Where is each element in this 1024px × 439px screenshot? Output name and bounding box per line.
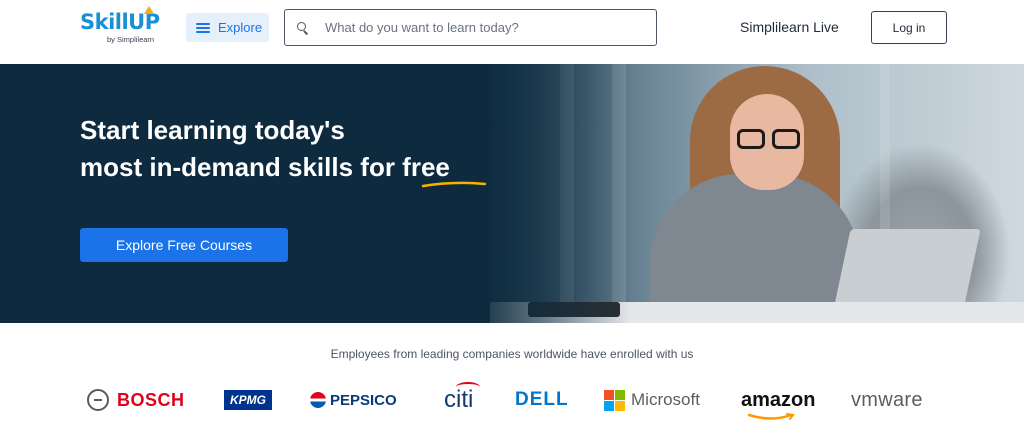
bosch-text: BOSCH <box>117 389 185 410</box>
citi-text: citi <box>444 382 480 414</box>
pepsico-text: PEPSICO <box>330 391 397 409</box>
logo-subtext: by Simplilearn <box>107 35 155 44</box>
highlight-underline-icon <box>421 181 487 188</box>
dell-logo: DELL <box>515 380 569 420</box>
search-box[interactable] <box>284 9 657 46</box>
hamburger-menu-icon <box>196 22 210 33</box>
pepsico-logo: PEPSICO <box>310 380 397 420</box>
explore-button[interactable]: Explore <box>186 13 269 42</box>
explore-free-courses-button[interactable]: Explore Free Courses <box>80 228 288 262</box>
bosch-logo: BOSCH <box>87 380 185 420</box>
amazon-wordmark: amazon <box>741 388 816 420</box>
logo-arrow-icon <box>144 6 154 14</box>
pepsi-globe-icon <box>310 392 326 408</box>
microsoft-text: Microsoft <box>631 390 700 409</box>
kpmg-text: KPMG <box>224 390 272 410</box>
amazon-smile-icon <box>747 412 795 420</box>
search-icon <box>297 21 309 35</box>
search-input[interactable] <box>325 20 625 35</box>
explore-label: Explore <box>218 20 263 35</box>
citi-logo: citi <box>444 380 480 420</box>
hero-banner <box>0 64 1024 323</box>
hero-gradient-overlay <box>470 64 630 323</box>
skillup-logo[interactable]: SkillUP by Simplilearn <box>80 6 166 50</box>
hero-title: Start learning today's most in-demand sk… <box>80 112 540 186</box>
site-header: SkillUP by Simplilearn Explore Simplilea… <box>0 0 1024 64</box>
simplilearn-live-link[interactable]: Simplilearn Live <box>740 19 839 35</box>
companies-caption: Employees from leading companies worldwi… <box>330 347 694 361</box>
login-button[interactable]: Log in <box>871 11 947 44</box>
company-logos: BOSCH KPMG PEPSICO citi DELL Microsoft a… <box>0 380 1024 420</box>
dell-text: DELL <box>515 389 569 410</box>
microsoft-grid-icon <box>604 389 625 411</box>
amazon-logo: amazon <box>741 380 815 420</box>
vmware-logo: vmware <box>851 380 923 420</box>
amazon-text: amazon <box>741 388 816 411</box>
person-sweater <box>650 174 860 323</box>
microsoft-logo: Microsoft <box>604 380 700 420</box>
kpmg-logo: KPMG <box>224 380 272 420</box>
hero-title-prefix: most in-demand skills for <box>80 152 403 182</box>
vmware-text: vmware <box>851 388 923 411</box>
glasses-icon <box>737 129 765 149</box>
bosch-mark-icon <box>87 389 109 411</box>
citi-arc-icon <box>456 382 480 392</box>
glasses-icon <box>772 129 800 149</box>
hero-title-line-1: Start learning today's <box>80 115 345 145</box>
